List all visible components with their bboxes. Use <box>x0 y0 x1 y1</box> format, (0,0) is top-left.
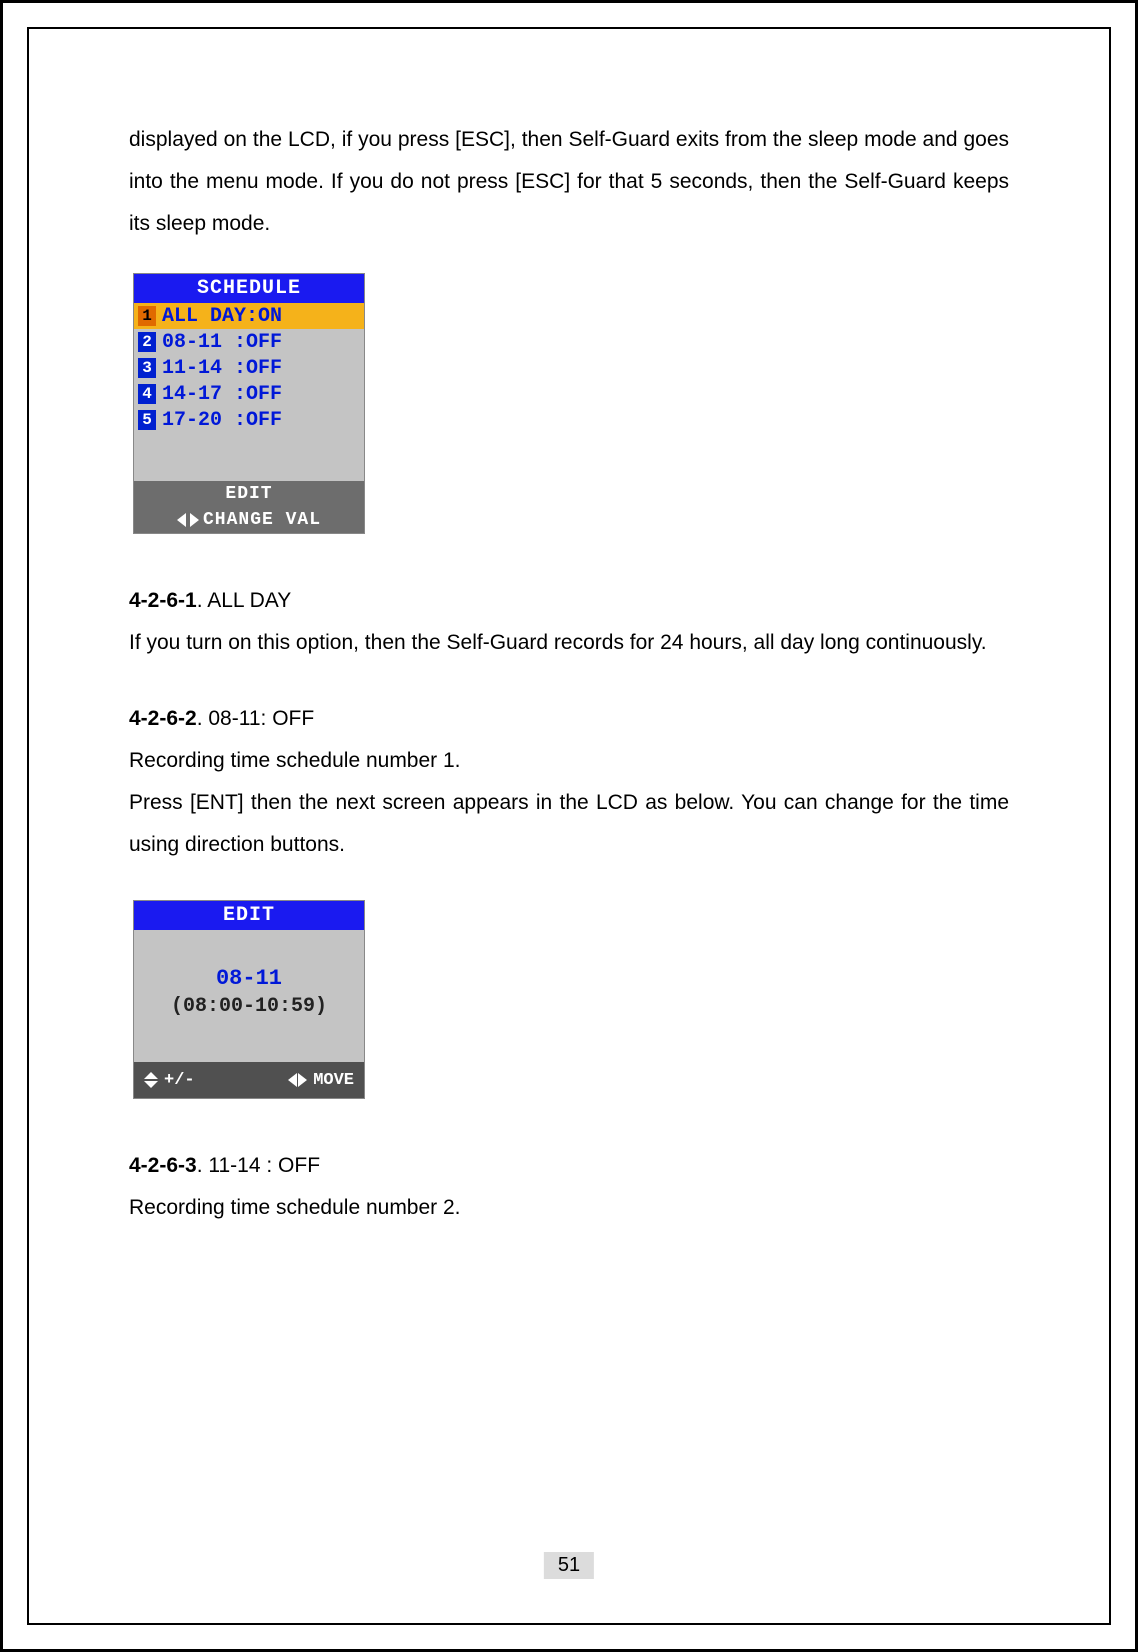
lcd-edit-title: EDIT <box>134 901 364 930</box>
arrow-right-icon <box>190 513 199 527</box>
lcd-schedule-footer: EDIT CHANGE VAL <box>134 481 364 533</box>
lcd-footer-change-text: CHANGE VAL <box>203 510 321 530</box>
lcd-row-2: 2 08-11 :OFF <box>134 329 364 355</box>
lcd-edit-screen: EDIT 08-11 (08:00-10:59) +/- MOVE <box>133 900 365 1099</box>
lcd-edit-body: 08-11 (08:00-10:59) <box>134 930 364 1062</box>
section-body: Recording time schedule number 2. <box>129 1187 1009 1229</box>
section-body-2: Press [ENT] then the next screen appears… <box>129 782 1009 866</box>
lcd-row-label: 14-17 :OFF <box>162 383 282 406</box>
page-outer-border: displayed on the LCD, if you press [ESC]… <box>0 0 1138 1652</box>
lcd-edit-footer-right: MOVE <box>288 1071 354 1090</box>
lcd-edit-footer: +/- MOVE <box>134 1062 364 1098</box>
lcd-schedule-screen: SCHEDULE 1 ALL DAY:ON 2 08-11 :OFF 3 11-… <box>133 273 365 534</box>
section-title: . 08-11: OFF <box>197 707 314 730</box>
lcd-row-4: 4 14-17 :OFF <box>134 381 364 407</box>
lcd-edit-footer-left-text: +/- <box>164 1071 195 1090</box>
lcd-footer-edit: EDIT <box>134 481 364 507</box>
up-down-icon <box>144 1072 158 1088</box>
section-number: 4-2-6-2 <box>129 707 197 730</box>
lcd-row-5: 5 17-20 :OFF <box>134 407 364 433</box>
section-title: . ALL DAY <box>197 589 292 612</box>
lcd-row-index: 4 <box>138 384 156 404</box>
section-body: If you turn on this option, then the Sel… <box>129 622 1009 664</box>
left-right-icon <box>288 1073 307 1087</box>
arrow-left-icon <box>177 513 186 527</box>
lcd-row-1: 1 ALL DAY:ON <box>134 303 364 329</box>
section-body: Recording time schedule number 1. <box>129 740 1009 782</box>
section-title: . 11-14 : OFF <box>197 1154 320 1177</box>
lcd-row-label: 11-14 :OFF <box>162 357 282 380</box>
section-4-2-6-2: 4-2-6-2. 08-11: OFF Recording time sched… <box>129 698 1009 866</box>
lcd-row-label: 08-11 :OFF <box>162 331 282 354</box>
section-4-2-6-3: 4-2-6-3. 11-14 : OFF Recording time sche… <box>129 1145 1009 1229</box>
lcd-row-index: 3 <box>138 358 156 378</box>
section-number: 4-2-6-3 <box>129 1154 197 1177</box>
page-number: 51 <box>544 1552 594 1579</box>
lcd-edit-footer-right-text: MOVE <box>313 1071 354 1090</box>
lcd-schedule-rows: 1 ALL DAY:ON 2 08-11 :OFF 3 11-14 :OFF 4… <box>134 303 364 433</box>
lcd-edit-range-short: 08-11 <box>134 966 364 991</box>
lcd-spacer <box>134 433 364 481</box>
lcd-row-label: 17-20 :OFF <box>162 409 282 432</box>
section-4-2-6-1: 4-2-6-1. ALL DAY If you turn on this opt… <box>129 580 1009 664</box>
lcd-edit-footer-left: +/- <box>144 1071 195 1090</box>
section-heading: 4-2-6-2. 08-11: OFF <box>129 698 1009 740</box>
lcd-edit-range-full: (08:00-10:59) <box>134 995 364 1018</box>
lcd-footer-change: CHANGE VAL <box>134 507 364 533</box>
lcd-row-index: 2 <box>138 332 156 352</box>
lcd-row-index: 5 <box>138 410 156 430</box>
lcd-schedule-title: SCHEDULE <box>134 274 364 303</box>
page-inner-border: displayed on the LCD, if you press [ESC]… <box>27 27 1111 1625</box>
lcd-row-label: ALL DAY:ON <box>162 305 282 328</box>
intro-paragraph: displayed on the LCD, if you press [ESC]… <box>129 119 1009 245</box>
lcd-footer-edit-text: EDIT <box>225 484 272 504</box>
section-heading: 4-2-6-1. ALL DAY <box>129 580 1009 622</box>
lcd-row-index: 1 <box>138 306 156 326</box>
section-number: 4-2-6-1 <box>129 589 197 612</box>
lcd-row-3: 3 11-14 :OFF <box>134 355 364 381</box>
section-heading: 4-2-6-3. 11-14 : OFF <box>129 1145 1009 1187</box>
